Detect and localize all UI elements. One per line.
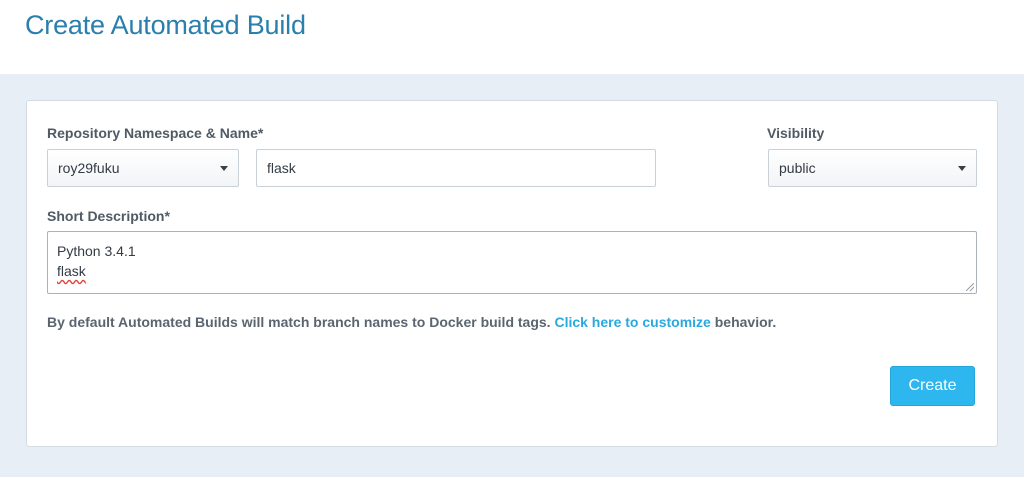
page-header: Create Automated Build bbox=[0, 0, 1024, 74]
namespace-select-value: roy29fuku bbox=[58, 160, 120, 176]
page-title: Create Automated Build bbox=[25, 10, 306, 40]
resize-handle-icon[interactable] bbox=[966, 283, 974, 291]
repo-name-input[interactable] bbox=[256, 149, 656, 187]
build-tags-help-text: By default Automated Builds will match b… bbox=[47, 314, 776, 330]
short-description-label: Short Description* bbox=[47, 208, 170, 224]
customize-link[interactable]: Click here to customize bbox=[554, 314, 710, 330]
visibility-label: Visibility bbox=[767, 125, 825, 141]
chevron-down-icon bbox=[958, 166, 966, 171]
repo-namespace-name-label: Repository Namespace & Name* bbox=[47, 125, 264, 141]
description-line: flask bbox=[57, 263, 86, 279]
create-button[interactable]: Create bbox=[890, 366, 975, 406]
create-build-form: Repository Namespace & Name* roy29fuku V… bbox=[26, 100, 998, 447]
short-description-textarea[interactable]: Python 3.4.1 flask bbox=[47, 231, 977, 294]
namespace-select[interactable]: roy29fuku bbox=[47, 149, 239, 187]
chevron-down-icon bbox=[220, 166, 228, 171]
help-text-prefix: By default Automated Builds will match b… bbox=[47, 314, 551, 330]
visibility-select-value: public bbox=[779, 160, 816, 176]
help-text-suffix: behavior. bbox=[714, 314, 777, 330]
description-line: Python 3.4.1 bbox=[57, 243, 136, 259]
visibility-select[interactable]: public bbox=[768, 149, 977, 187]
